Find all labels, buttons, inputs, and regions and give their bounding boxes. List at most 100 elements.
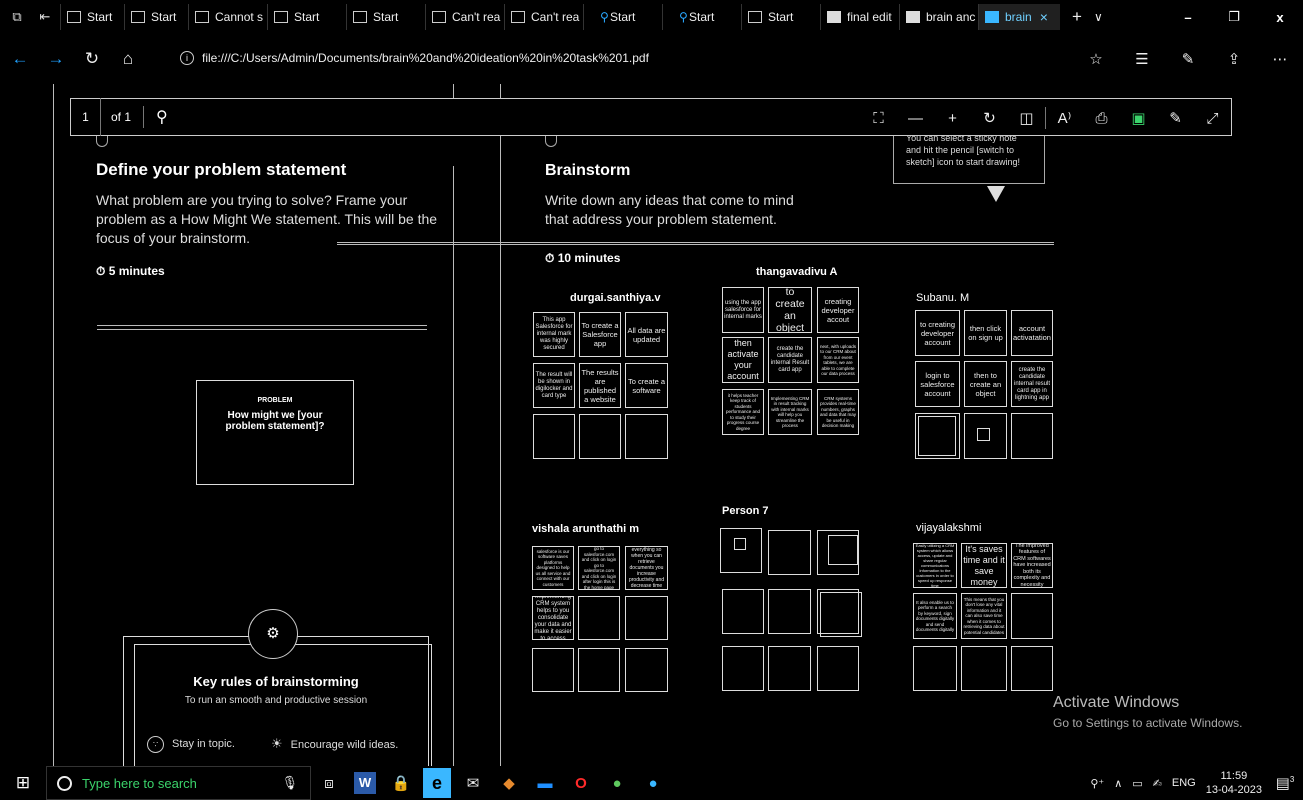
sticky-note[interactable]: To create a Salesforce app: [579, 312, 621, 357]
sticky-note[interactable]: Time is everything so when you can retri…: [625, 546, 668, 590]
empty-sticky-note[interactable]: [533, 414, 575, 459]
empty-sticky-note[interactable]: [961, 646, 1007, 691]
sticky-note[interactable]: The improved features of CRM softwares h…: [1011, 543, 1053, 588]
browser-tab[interactable]: Can't rea: [504, 4, 583, 30]
back-button[interactable]: ←: [2, 49, 38, 69]
empty-sticky-note[interactable]: [722, 589, 764, 634]
sticky-note[interactable]: account activatation: [1011, 310, 1053, 356]
browser-tab[interactable]: Start: [346, 4, 425, 30]
empty-sticky-note[interactable]: [720, 528, 762, 573]
empty-sticky-note[interactable]: [768, 530, 811, 575]
pen-workspace-icon[interactable]: ✍: [1148, 777, 1167, 790]
sticky-note[interactable]: then activate your account: [722, 337, 764, 383]
sticky-note[interactable]: The results are published a website: [579, 363, 621, 408]
sticky-note[interactable]: creating developer accout: [817, 287, 859, 333]
fullscreen-icon[interactable]: ⤢: [1194, 110, 1231, 127]
sticky-note[interactable]: create the candidate internal result car…: [1011, 361, 1053, 407]
sticky-note[interactable]: The result will be shown in digilocker a…: [533, 363, 575, 408]
sticky-note[interactable]: it helps teacher keep track of students …: [722, 389, 764, 435]
notification-icon[interactable]: ▤3: [1267, 774, 1303, 792]
zoom-out-icon[interactable]: —: [897, 110, 934, 127]
clock[interactable]: 11:59 13-04-2023: [1201, 769, 1267, 797]
browser-tab[interactable]: final edit: [820, 4, 899, 30]
minimize-button[interactable]: –: [1165, 10, 1211, 25]
sticky-note[interactable]: Implementing CRM system helps to you con…: [532, 596, 574, 640]
favorites-hub-icon[interactable]: ☰: [1119, 50, 1165, 68]
share-icon[interactable]: ⇪: [1211, 50, 1257, 68]
refresh-button[interactable]: ↻: [74, 49, 110, 69]
browser-tab[interactable]: ⚲ Start: [583, 4, 662, 30]
empty-sticky-note[interactable]: [578, 596, 620, 640]
empty-sticky-note[interactable]: [625, 414, 668, 459]
sticky-note[interactable]: to creating developer account: [915, 310, 960, 356]
tabs-aside-icon[interactable]: ⇤: [34, 6, 56, 28]
empty-sticky-note[interactable]: [1011, 593, 1053, 639]
sticky-note[interactable]: It's saves time and it save money: [961, 543, 1007, 588]
pen-icon[interactable]: ✎: [1165, 50, 1211, 68]
favorite-star-icon[interactable]: ☆: [1073, 50, 1119, 68]
save-as-icon[interactable]: ✎: [1157, 109, 1194, 127]
chrome-canary-icon[interactable]: ●: [635, 775, 671, 792]
paint-icon[interactable]: ◆: [491, 774, 527, 792]
language-indicator[interactable]: ENG: [1167, 777, 1201, 789]
file-explorer-icon[interactable]: ▬: [527, 775, 563, 792]
taskbar-search[interactable]: Type here to search 🎙: [46, 766, 311, 800]
store-icon[interactable]: 🔒: [383, 774, 419, 792]
search-icon[interactable]: ⚲: [156, 107, 168, 127]
restore-button[interactable]: ❐: [1211, 9, 1257, 25]
sticky-note[interactable]: It also enable us to perform a search by…: [913, 593, 957, 639]
sticky-note[interactable]: salesforce is our software saves platfor…: [532, 546, 574, 590]
empty-sticky-note[interactable]: [817, 646, 859, 691]
sticky-note[interactable]: This means that you don't lose any vital…: [961, 593, 1007, 639]
battery-icon[interactable]: ▭: [1127, 777, 1147, 790]
sticky-note[interactable]: next, with uploads to our CRM about from…: [817, 337, 859, 383]
task-view-icon[interactable]: ⧈: [311, 775, 347, 792]
empty-sticky-note[interactable]: [768, 646, 811, 691]
browser-tab[interactable]: Start: [267, 4, 346, 30]
empty-sticky-note[interactable]: [1011, 646, 1053, 691]
people-icon[interactable]: ⚲⁺: [1085, 777, 1109, 790]
empty-sticky-note[interactable]: [1011, 413, 1053, 459]
browser-tab[interactable]: Start: [741, 4, 820, 30]
sticky-note[interactable]: then to create an object: [964, 361, 1007, 407]
page-number-field[interactable]: 1: [71, 98, 101, 136]
browser-tab[interactable]: brain anc: [899, 4, 978, 30]
show-hidden-icons[interactable]: ∧: [1109, 777, 1127, 790]
tab-preview-chevron-icon[interactable]: ∨: [1094, 10, 1103, 24]
print-icon[interactable]: ⎙: [1083, 110, 1120, 127]
sticky-note[interactable]: This app Salesforce for internal mark wa…: [533, 312, 575, 357]
zoom-in-icon[interactable]: +: [934, 110, 971, 127]
rotate-icon[interactable]: ↻: [971, 109, 1008, 127]
close-window-button[interactable]: x: [1257, 10, 1303, 25]
sticky-note[interactable]: then click on sign up: [964, 310, 1007, 356]
read-aloud-icon[interactable]: A⁾: [1046, 109, 1083, 127]
forward-button[interactable]: →: [38, 49, 74, 69]
empty-sticky-note[interactable]: [579, 414, 621, 459]
edge-icon[interactable]: e: [423, 768, 451, 798]
new-tab-button[interactable]: +: [1072, 7, 1082, 27]
url-field[interactable]: i file:///C:/Users/Admin/Documents/brain…: [170, 45, 1123, 71]
microphone-icon[interactable]: 🎙: [281, 775, 298, 791]
mail-icon[interactable]: ✉: [455, 774, 491, 792]
opera-icon[interactable]: O: [563, 775, 599, 792]
empty-sticky-note[interactable]: [768, 589, 811, 634]
sticky-note[interactable]: using the app salesforce for internal ma…: [722, 287, 764, 333]
chrome-icon[interactable]: ●: [599, 775, 635, 792]
browser-tab[interactable]: brain ×: [978, 4, 1060, 30]
sticky-note[interactable]: CRM systems provides real-time numbers, …: [817, 389, 859, 435]
windows-start-icon[interactable]: ⊞: [0, 773, 46, 793]
sticky-note[interactable]: To create a software: [625, 363, 668, 408]
sticky-note[interactable]: Implementing CRM in result tracking with…: [768, 389, 812, 435]
empty-sticky-note[interactable]: [625, 596, 668, 640]
tab-actions-icon[interactable]: ⧉: [6, 6, 28, 28]
page-view-icon[interactable]: ◫: [1008, 109, 1045, 127]
empty-sticky-note[interactable]: [722, 646, 764, 691]
sticky-note[interactable]: login to salesforce account: [915, 361, 960, 407]
empty-sticky-note[interactable]: [913, 646, 957, 691]
save-icon[interactable]: ▣: [1120, 109, 1157, 127]
word-icon[interactable]: W: [354, 772, 376, 794]
browser-tab[interactable]: Start: [60, 4, 124, 30]
fit-page-icon[interactable]: ⛶: [860, 110, 897, 127]
empty-sticky-note[interactable]: [578, 648, 620, 692]
browser-tab[interactable]: Can't rea: [425, 4, 504, 30]
